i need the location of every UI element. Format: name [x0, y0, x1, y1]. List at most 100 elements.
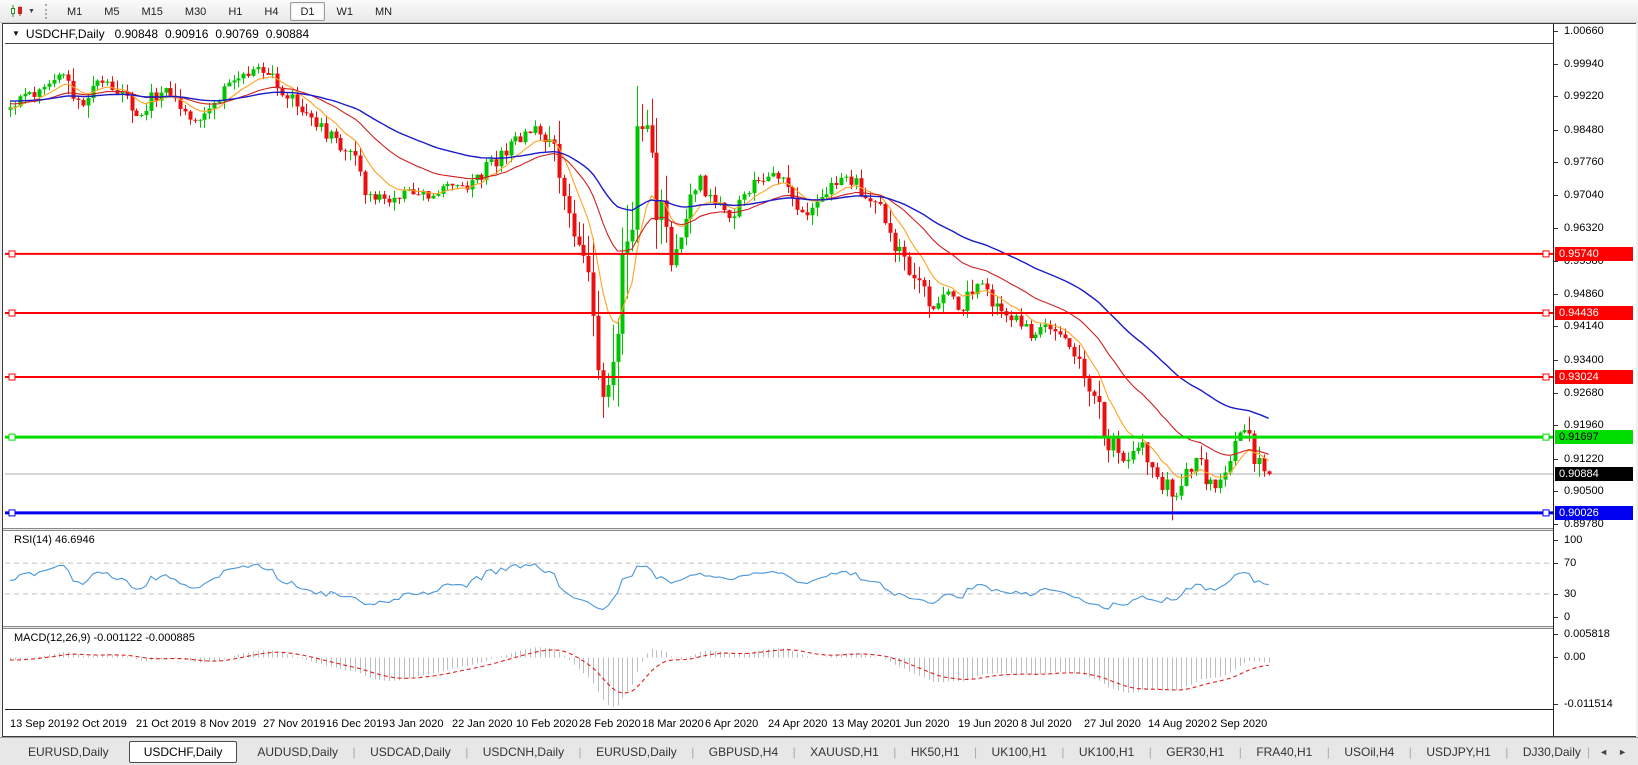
- date-axis-label: 27 Nov 2019: [263, 718, 325, 730]
- date-axis-label: 24 Apr 2020: [768, 718, 827, 730]
- price-axis: 1.006600.999400.992200.984800.977600.970…: [1553, 24, 1636, 736]
- axis-tick: [1554, 425, 1558, 426]
- candles: [9, 63, 1272, 521]
- chart-tab-usoil-h4[interactable]: USOil,H4: [1332, 742, 1406, 762]
- date-axis-label: 28 Feb 2020: [579, 718, 641, 730]
- axis-tick: [1554, 634, 1558, 635]
- hline-handle[interactable]: [9, 510, 15, 516]
- chart-tabs: EURUSD,DailyUSDCHF,DailyAUDUSD,Daily|USD…: [16, 738, 1587, 765]
- date-axis-label: 8 Nov 2019: [200, 718, 256, 730]
- chart-tab-usdcad-daily[interactable]: USDCAD,Daily: [358, 742, 463, 762]
- chart-tab-eurusd-daily[interactable]: EURUSD,Daily: [584, 742, 689, 762]
- tab-scroll-left-icon[interactable]: ◄: [1594, 745, 1613, 759]
- axis-tick: [1554, 704, 1558, 705]
- axis-tick: [1554, 459, 1558, 460]
- chart-type-button[interactable]: ▼: [5, 2, 39, 21]
- toolbar-grip[interactable]: [45, 4, 48, 19]
- date-axis-label: 13 May 2020: [832, 718, 896, 730]
- chart-tab-audusd-daily[interactable]: AUDUSD,Daily: [245, 742, 350, 762]
- pane-resize-handle[interactable]: [3, 528, 1553, 531]
- chart-tab-hk50-h1[interactable]: HK50,H1: [899, 742, 972, 762]
- timeframe-button-h1[interactable]: H1: [218, 2, 252, 21]
- timeframe-button-m5[interactable]: M5: [94, 2, 129, 21]
- chart-tab-usdchf-daily[interactable]: USDCHF,Daily: [129, 741, 238, 763]
- date-axis-label: 13 Sep 2019: [10, 718, 72, 730]
- tab-separator: |: [1059, 745, 1067, 759]
- timeframe-button-m1[interactable]: M1: [57, 2, 92, 21]
- axis-tick: [1554, 162, 1558, 163]
- timeframe-button-mn[interactable]: MN: [365, 2, 402, 21]
- tab-separator: |: [1236, 745, 1244, 759]
- axis-tick: [1554, 540, 1558, 541]
- chart-tab-usdjpy-h1[interactable]: USDJPY,H1: [1414, 742, 1502, 762]
- hline-handle[interactable]: [1543, 374, 1549, 380]
- date-axis-label: 1 Jun 2020: [895, 718, 949, 730]
- ohlc-open: 0.90848: [115, 27, 158, 41]
- price-axis-label: 0.94140: [1564, 320, 1604, 332]
- rsi-chart[interactable]: [5, 531, 1553, 626]
- hline-handle[interactable]: [1543, 510, 1549, 516]
- chart-tab-bar: EURUSD,DailyUSDCHF,DailyAUDUSD,Daily|USD…: [0, 737, 1638, 765]
- date-axis-label: 10 Feb 2020: [516, 718, 578, 730]
- price-pane[interactable]: [5, 24, 1553, 528]
- axis-tick: [1554, 294, 1558, 295]
- axis-tick: [1554, 261, 1558, 262]
- price-axis-label: 0.98480: [1564, 124, 1604, 136]
- axis-tick: [1554, 96, 1558, 97]
- chart-tab-dj30-daily[interactable]: DJ30,Daily: [1511, 742, 1587, 762]
- chevron-down-icon: ▼: [28, 8, 35, 15]
- timeframe-button-m30[interactable]: M30: [175, 2, 216, 21]
- chart-tab-gbpusd-h4[interactable]: GBPUSD,H4: [697, 742, 790, 762]
- price-line-badge-0.91697: 0.91697: [1555, 430, 1633, 444]
- date-axis-label: 6 Apr 2020: [705, 718, 758, 730]
- tab-scroll-right-icon[interactable]: ►: [1613, 745, 1632, 759]
- pane-resize-handle[interactable]: [3, 626, 1553, 629]
- rsi-line: [10, 564, 1269, 610]
- ohlc-low: 0.90769: [215, 27, 258, 41]
- tab-separator: |: [1503, 745, 1511, 759]
- chart-tab-fra40-h1[interactable]: FRA40,H1: [1244, 742, 1324, 762]
- hline-handle[interactable]: [9, 310, 15, 316]
- axis-tick: [1554, 360, 1558, 361]
- chart-tab-usdcnh-daily[interactable]: USDCNH,Daily: [471, 742, 576, 762]
- date-axis-label: 27 Jul 2020: [1084, 718, 1141, 730]
- mt4-workspace: ▼ M1M5M15M30H1H4D1W1MN ▼ USDCHF,Daily 0.…: [0, 0, 1638, 765]
- hline-handle[interactable]: [1543, 251, 1549, 257]
- price-line-badge-0.93024: 0.93024: [1555, 370, 1633, 384]
- macd-chart[interactable]: [5, 629, 1553, 709]
- price-axis-label: 0.97040: [1564, 189, 1604, 201]
- date-axis[interactable]: 13 Sep 20192 Oct 201921 Oct 20198 Nov 20…: [5, 709, 1553, 736]
- chart-tab-uk100-h1[interactable]: UK100,H1: [980, 742, 1059, 762]
- tab-separator: |: [1587, 745, 1590, 759]
- macd-values: -0.001122 -0.000885: [93, 632, 194, 644]
- chart-tab-xauusd-h1[interactable]: XAUUSD,H1: [798, 742, 891, 762]
- hline-handle[interactable]: [9, 374, 15, 380]
- chart-dropdown-icon[interactable]: ▼: [12, 29, 20, 38]
- tab-separator: |: [689, 745, 697, 759]
- hline-handle[interactable]: [1543, 310, 1549, 316]
- rsi-axis-label: 30: [1564, 588, 1576, 600]
- axis-tick: [1554, 130, 1558, 131]
- price-line-badge-0.90026: 0.90026: [1555, 506, 1633, 520]
- tab-separator: |: [972, 745, 980, 759]
- axis-tick: [1554, 657, 1558, 658]
- price-axis-label: 0.90500: [1564, 485, 1604, 497]
- axis-tick: [1554, 617, 1558, 618]
- candlestick-chart-icon: [9, 4, 25, 18]
- timeframe-button-d1[interactable]: D1: [290, 2, 324, 21]
- hline-handle[interactable]: [1543, 434, 1549, 440]
- macd-histogram: [11, 647, 1270, 706]
- hline-handle[interactable]: [9, 251, 15, 257]
- tab-separator: |: [350, 745, 358, 759]
- timeframe-button-m15[interactable]: M15: [132, 2, 173, 21]
- chart-tab-eurusd-daily[interactable]: EURUSD,Daily: [16, 742, 121, 762]
- timeframe-button-w1[interactable]: W1: [327, 2, 364, 21]
- hline-handle[interactable]: [9, 434, 15, 440]
- tab-separator: |: [1146, 745, 1154, 759]
- axis-tick: [1554, 64, 1558, 65]
- axis-tick: [1554, 31, 1558, 32]
- price-axis-label: 0.92680: [1564, 387, 1604, 399]
- chart-tab-uk100-h1[interactable]: UK100,H1: [1067, 742, 1146, 762]
- timeframe-button-h4[interactable]: H4: [254, 2, 288, 21]
- chart-tab-ger30-h1[interactable]: GER30,H1: [1154, 742, 1236, 762]
